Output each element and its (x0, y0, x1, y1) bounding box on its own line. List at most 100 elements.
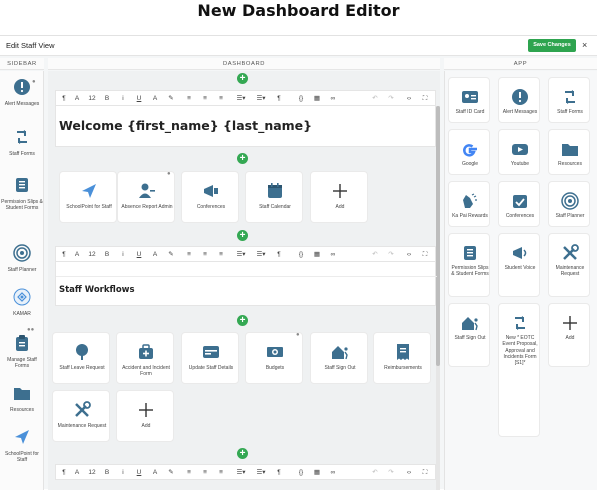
ordered-list-icon[interactable]: ☰▾ (234, 468, 248, 478)
highlight-button[interactable]: A (150, 468, 160, 478)
source-code-icon[interactable]: ‹› (404, 250, 414, 260)
tile-schoolpoint-for-staff[interactable]: SchoolPoint for Staff (59, 171, 117, 223)
paragraph-format-button[interactable]: ¶ (59, 94, 69, 104)
font-size-select[interactable]: 12 (86, 468, 98, 478)
app-tile-eotc-event-proposal[interactable]: New * EOTC Event Proposal, Approval and … (498, 303, 540, 437)
app-tile-ka-pai-rewards[interactable]: Ka Pai Rewards (448, 181, 490, 227)
italic-button[interactable]: i (118, 94, 128, 104)
fullscreen-icon[interactable]: ⛶ (420, 468, 430, 478)
app-tile-permission-slips[interactable]: Permission Slips & Student Forms (448, 233, 490, 297)
code-button[interactable]: {} (294, 468, 308, 478)
bold-button[interactable]: B (102, 250, 112, 260)
align-right-icon[interactable]: ≡ (216, 250, 226, 260)
font-color-button[interactable]: A (72, 468, 82, 478)
add-block-button[interactable]: + (237, 448, 248, 459)
table-icon[interactable]: ▦ (312, 468, 322, 478)
redo-icon[interactable]: ↷ (386, 250, 396, 260)
italic-button[interactable]: i (118, 250, 128, 260)
close-icon[interactable]: × (582, 39, 587, 52)
app-tile-google[interactable]: Google (448, 129, 490, 175)
bold-button[interactable]: B (102, 94, 112, 104)
source-code-icon[interactable]: ‹› (404, 468, 414, 478)
welcome-editor[interactable]: Welcome {first_name} {last_name} (55, 106, 436, 147)
app-tile-resources[interactable]: Resources (548, 129, 590, 175)
font-color-button[interactable]: A (72, 94, 82, 104)
workflows-editor[interactable]: Staff Workflows (55, 262, 437, 306)
paragraph-format-button[interactable]: ¶ (59, 468, 69, 478)
underline-button[interactable]: U (134, 468, 144, 478)
tile-maintenance-request[interactable]: Maintenance Request (52, 390, 110, 442)
save-changes-button[interactable]: Save Changes (528, 39, 576, 52)
app-tile-staff-forms[interactable]: Staff Forms (548, 77, 590, 123)
underline-button[interactable]: U (134, 94, 144, 104)
link-icon[interactable]: ∞ (328, 94, 338, 104)
code-button[interactable]: {} (294, 94, 308, 104)
paragraph-icon[interactable]: ¶ (274, 468, 284, 478)
align-left-icon[interactable]: ≡ (184, 468, 194, 478)
tile-budgets[interactable]: ● Budgets (245, 332, 303, 384)
font-size-select[interactable]: 12 (86, 250, 98, 260)
font-size-select[interactable]: 12 (86, 94, 98, 104)
tile-conferences[interactable]: Conferences (181, 171, 239, 223)
tile-staff-sign-out[interactable]: Staff Sign Out (310, 332, 368, 384)
add-block-button[interactable]: + (237, 230, 248, 241)
link-icon[interactable]: ∞ (328, 250, 338, 260)
tile-update-staff-details[interactable]: Update Staff Details (181, 332, 239, 384)
table-icon[interactable]: ▦ (312, 250, 322, 260)
paragraph-icon[interactable]: ¶ (274, 94, 284, 104)
app-tile-maintenance-request[interactable]: Maintenance Request (548, 233, 590, 297)
undo-icon[interactable]: ↶ (370, 468, 380, 478)
source-code-icon[interactable]: ‹› (404, 94, 414, 104)
table-icon[interactable]: ▦ (312, 94, 322, 104)
redo-icon[interactable]: ↷ (386, 468, 396, 478)
app-tile-youtube[interactable]: Youtube (498, 129, 540, 175)
fullscreen-icon[interactable]: ⛶ (420, 250, 430, 260)
fullscreen-icon[interactable]: ⛶ (420, 94, 430, 104)
highlight-button[interactable]: A (150, 250, 160, 260)
align-left-icon[interactable]: ≡ (184, 250, 194, 260)
app-tile-add[interactable]: Add (548, 303, 590, 367)
underline-button[interactable]: U (134, 250, 144, 260)
code-button[interactable]: {} (294, 250, 308, 260)
add-block-button[interactable]: + (237, 153, 248, 164)
tile-add[interactable]: Add (310, 171, 368, 223)
tile-staff-leave-request[interactable]: Staff Leave Request (52, 332, 110, 384)
bullet-list-icon[interactable]: ☰▾ (254, 94, 268, 104)
app-tile-student-voice[interactable]: Student Voice (498, 233, 540, 297)
tile-absence-report-admin[interactable]: ● Absence Report Admin (117, 171, 175, 223)
align-center-icon[interactable]: ≡ (200, 468, 210, 478)
align-center-icon[interactable]: ≡ (200, 250, 210, 260)
app-tile-conferences[interactable]: Conferences (498, 181, 540, 227)
app-tile-staff-id-card[interactable]: Staff ID Card (448, 77, 490, 123)
pen-icon[interactable]: ✎ (166, 468, 176, 478)
scrollbar-thumb[interactable] (436, 106, 440, 366)
align-center-icon[interactable]: ≡ (200, 94, 210, 104)
undo-icon[interactable]: ↶ (370, 94, 380, 104)
undo-icon[interactable]: ↶ (370, 250, 380, 260)
app-tile-staff-planner[interactable]: Staff Planner (548, 181, 590, 227)
align-right-icon[interactable]: ≡ (216, 94, 226, 104)
ordered-list-icon[interactable]: ☰▾ (234, 94, 248, 104)
app-tile-staff-sign-out[interactable]: Staff Sign Out (448, 303, 490, 367)
tile-accident-incident-form[interactable]: Accident and Incident Form (116, 332, 174, 384)
redo-icon[interactable]: ↷ (386, 94, 396, 104)
pen-icon[interactable]: ✎ (166, 94, 176, 104)
highlight-button[interactable]: A (150, 94, 160, 104)
tile-reimbursements[interactable]: Reimbursements (373, 332, 431, 384)
bold-button[interactable]: B (102, 468, 112, 478)
paragraph-format-button[interactable]: ¶ (59, 250, 69, 260)
link-icon[interactable]: ∞ (328, 468, 338, 478)
bullet-list-icon[interactable]: ☰▾ (254, 250, 268, 260)
bullet-list-icon[interactable]: ☰▾ (254, 468, 268, 478)
ordered-list-icon[interactable]: ☰▾ (234, 250, 248, 260)
align-left-icon[interactable]: ≡ (184, 94, 194, 104)
pen-icon[interactable]: ✎ (166, 250, 176, 260)
font-color-button[interactable]: A (72, 250, 82, 260)
tile-staff-calendar[interactable]: Staff Calendar (245, 171, 303, 223)
align-right-icon[interactable]: ≡ (216, 468, 226, 478)
app-tile-alert-messages[interactable]: Alert Messages (498, 77, 540, 123)
add-block-button[interactable]: + (237, 315, 248, 326)
italic-button[interactable]: i (118, 468, 128, 478)
paragraph-icon[interactable]: ¶ (274, 250, 284, 260)
add-block-button[interactable]: + (237, 73, 248, 84)
